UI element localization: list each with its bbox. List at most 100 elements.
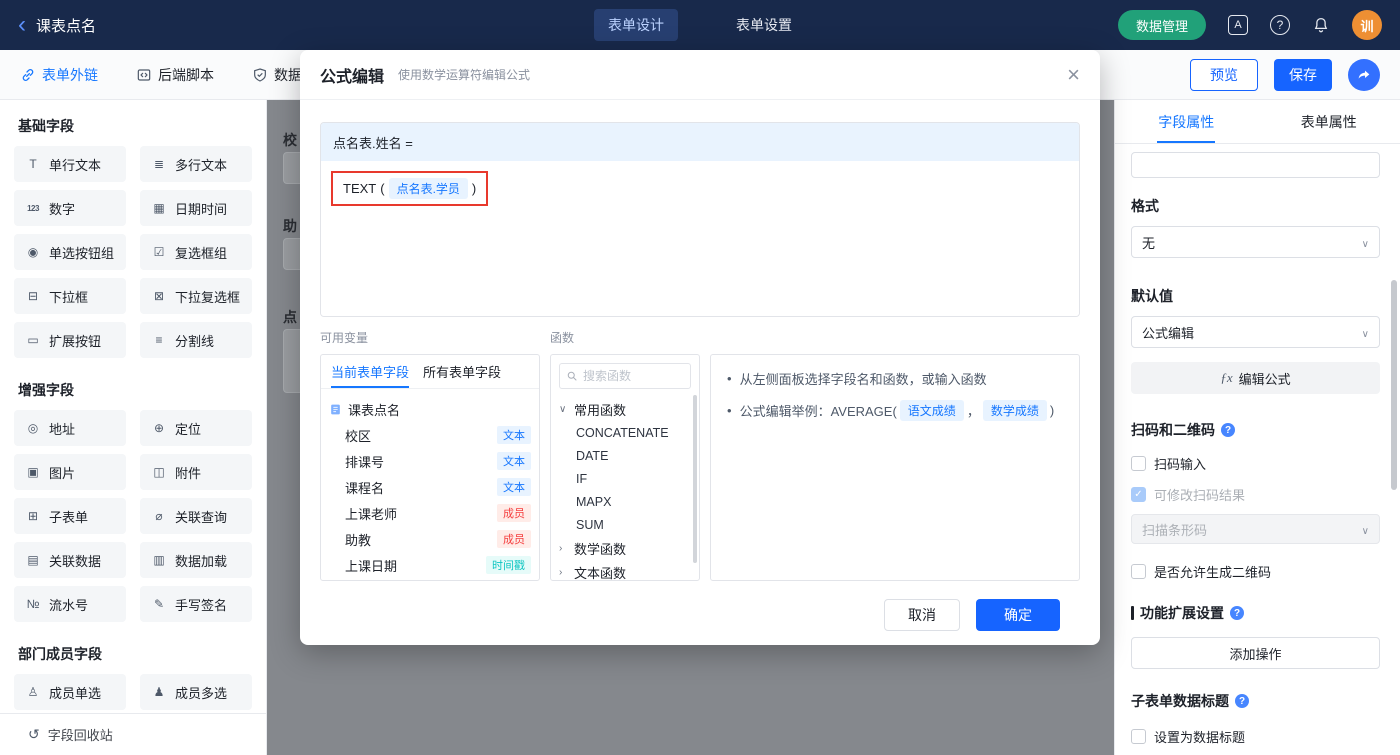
- variables-tree-root[interactable]: 课表点名: [329, 396, 531, 422]
- function-search[interactable]: [559, 363, 691, 389]
- address-icon: ◎: [27, 421, 39, 435]
- bell-icon[interactable]: [1312, 16, 1330, 34]
- preview-button[interactable]: 预览: [1190, 58, 1258, 91]
- field-multi-select[interactable]: ⊠ 下拉复选框: [140, 278, 252, 314]
- help-badge-icon[interactable]: ?: [1235, 694, 1249, 708]
- set-data-title-checkbox-row[interactable]: 设置为数据标题: [1131, 727, 1380, 746]
- docs-icon[interactable]: A: [1228, 15, 1248, 35]
- extension-section-title: 功能扩展设置 ?: [1131, 603, 1380, 623]
- field-data-load[interactable]: ▥ 数据加载: [140, 542, 252, 578]
- edit-formula-button[interactable]: ƒx 编辑公式: [1131, 362, 1380, 394]
- scan-section-title: 扫码和二维码 ?: [1131, 420, 1380, 440]
- formula-expression-highlight[interactable]: TEXT ( 点名表.学员 ): [331, 171, 489, 206]
- variable-row[interactable]: 排课号 文本: [329, 448, 531, 474]
- help-badge-icon[interactable]: ?: [1221, 423, 1235, 437]
- button-icon: ▭: [27, 333, 39, 347]
- avatar[interactable]: 训: [1352, 10, 1382, 40]
- field-linked-query[interactable]: ⌀ 关联查询: [140, 498, 252, 534]
- field-linked-data[interactable]: ▤ 关联数据: [14, 542, 126, 578]
- scrollbar[interactable]: [1391, 280, 1397, 490]
- basic-fields-grid: T 单行文本 ≣ 多行文本 123 数字 ▦ 日期时间 ◉ 单选按钮组 ☑ 复选框组 ⊟ 下拉…: [14, 146, 252, 358]
- field-number[interactable]: 123 数字: [14, 190, 126, 226]
- backend-script-item[interactable]: 后端脚本: [136, 65, 214, 85]
- function-item[interactable]: IF: [559, 467, 691, 490]
- function-search-input[interactable]: [583, 369, 684, 383]
- field-divider[interactable]: ≡ 分割线: [140, 322, 252, 358]
- field-serial-number[interactable]: № 流水号: [14, 586, 126, 622]
- field-datetime[interactable]: ▦ 日期时间: [140, 190, 252, 226]
- field-recycle-bin[interactable]: ↺ 字段回收站: [0, 713, 266, 755]
- field-chip[interactable]: 点名表.学员: [388, 178, 468, 199]
- field-member-multi[interactable]: ♟ 成员多选: [140, 674, 252, 710]
- page-title: 课表点名: [36, 17, 97, 35]
- cancel-button[interactable]: 取消: [884, 599, 960, 631]
- variable-row[interactable]: 上课日期 时间戳: [329, 552, 531, 578]
- linked-query-icon: ⌀: [155, 509, 163, 523]
- field-attachment[interactable]: ◫ 附件: [140, 454, 252, 490]
- field-title-input[interactable]: [1131, 152, 1380, 178]
- tab-form-settings[interactable]: 表单设置: [722, 9, 806, 41]
- variable-row[interactable]: 校区 文本: [329, 422, 531, 448]
- share-button[interactable]: [1348, 58, 1380, 91]
- section-basic-fields: 基础字段: [18, 118, 74, 134]
- field-image[interactable]: ▣ 图片: [14, 454, 126, 490]
- back-icon[interactable]: ‹: [18, 13, 26, 37]
- variable-row[interactable]: 助教 成员: [329, 526, 531, 552]
- checkbox[interactable]: [1131, 729, 1146, 744]
- modal-subtitle: 使用数学运算符编辑公式: [398, 68, 531, 82]
- select-icon: ⊟: [27, 289, 39, 303]
- field-address[interactable]: ◎ 地址: [14, 410, 126, 446]
- chevron-down-icon: [1362, 235, 1369, 250]
- field-multi-line-text[interactable]: ≣ 多行文本: [140, 146, 252, 182]
- field-select[interactable]: ⊟ 下拉框: [14, 278, 126, 314]
- allow-qr-checkbox-row[interactable]: 是否允许生成二维码: [1131, 562, 1380, 581]
- scrollbar[interactable]: [693, 395, 697, 563]
- close-icon[interactable]: ×: [1067, 63, 1080, 86]
- share-icon: [1356, 67, 1372, 83]
- formula-input-area[interactable]: TEXT ( 点名表.学员 ): [321, 161, 1079, 316]
- tab-field-properties[interactable]: 字段属性: [1115, 100, 1258, 143]
- tab-form-design[interactable]: 表单设计: [594, 9, 678, 41]
- function-item[interactable]: CONCATENATE: [559, 421, 691, 444]
- field-member-single[interactable]: ♙ 成员单选: [14, 674, 126, 710]
- default-value-label: 默认值: [1131, 288, 1173, 304]
- shield-icon: [252, 67, 268, 83]
- data-manage-button[interactable]: 数据管理: [1117, 10, 1206, 40]
- field-subform[interactable]: ⊞ 子表单: [14, 498, 126, 534]
- field-extend-button[interactable]: ▭ 扩展按钮: [14, 322, 126, 358]
- field-radio-group[interactable]: ◉ 单选按钮组: [14, 234, 126, 270]
- default-value-select[interactable]: 公式编辑: [1131, 316, 1380, 348]
- example-field-chip: 语文成绩: [899, 400, 964, 421]
- help-badge-icon[interactable]: ?: [1230, 606, 1244, 620]
- variable-row[interactable]: 课程名 文本: [329, 474, 531, 500]
- format-select[interactable]: 无: [1131, 226, 1380, 258]
- checkbox[interactable]: [1131, 564, 1146, 579]
- save-button[interactable]: 保存: [1274, 58, 1332, 91]
- add-action-button[interactable]: 添加操作: [1131, 637, 1380, 669]
- variable-row[interactable]: 上课老师 成员: [329, 500, 531, 526]
- confirm-button[interactable]: 确定: [976, 599, 1060, 631]
- function-group-common[interactable]: ∨ 常用函数: [559, 397, 691, 421]
- checkbox[interactable]: [1131, 456, 1146, 471]
- formula-editor: 点名表.姓名 = TEXT ( 点名表.学员 ): [320, 122, 1080, 317]
- tab-form-properties[interactable]: 表单属性: [1258, 100, 1400, 143]
- function-item[interactable]: DATE: [559, 444, 691, 467]
- function-group-text[interactable]: › 文本函数: [559, 560, 691, 581]
- function-group-math[interactable]: › 数学函数: [559, 536, 691, 560]
- help-icon[interactable]: ?: [1270, 15, 1290, 35]
- tab-current-form-fields[interactable]: 当前表单字段: [331, 355, 410, 388]
- field-location[interactable]: ⊕ 定位: [140, 410, 252, 446]
- chevron-down-icon: ∨: [559, 403, 567, 415]
- field-signature[interactable]: ✎ 手写签名: [140, 586, 252, 622]
- field-checkbox-group[interactable]: ☑ 复选框组: [140, 234, 252, 270]
- field-single-line-text[interactable]: T 单行文本: [14, 146, 126, 182]
- function-item[interactable]: MAPX: [559, 490, 691, 513]
- scan-input-checkbox-row[interactable]: 扫码输入: [1131, 454, 1380, 473]
- function-item[interactable]: SUM: [559, 513, 691, 536]
- paren-close: ): [471, 181, 477, 196]
- location-icon: ⊕: [153, 421, 165, 435]
- tab-all-form-fields[interactable]: 所有表单字段: [423, 355, 501, 388]
- form-external-link-item[interactable]: 表单外链: [20, 65, 98, 85]
- help-example: • 公式编辑举例：AVERAGE( 语文成绩 ， 数学成绩 ): [727, 400, 1063, 421]
- radio-icon: ◉: [27, 245, 39, 259]
